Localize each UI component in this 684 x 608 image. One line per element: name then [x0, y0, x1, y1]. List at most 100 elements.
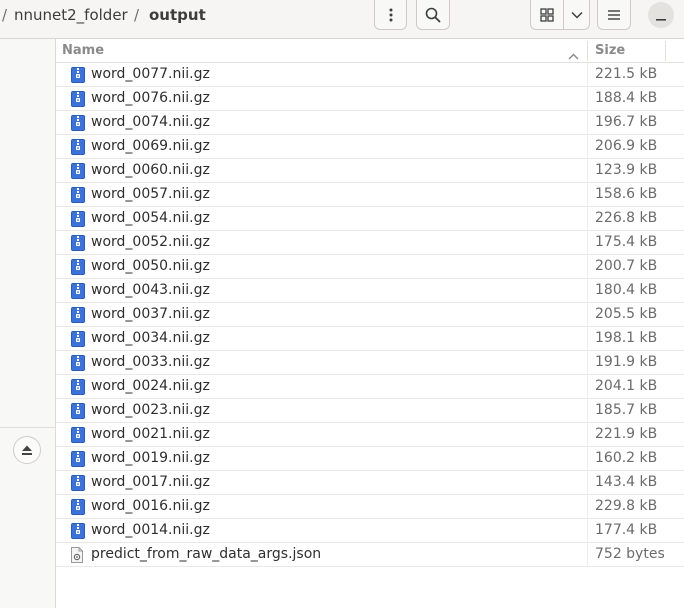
eject-icon	[21, 441, 33, 460]
file-row[interactable]: word_0021.nii.gz 221.9 kB	[56, 423, 684, 447]
file-name: word_0069.nii.gz	[91, 138, 210, 154]
minimize-button[interactable]	[648, 2, 674, 28]
archive-file-icon	[71, 139, 85, 159]
file-name: word_0043.nii.gz	[91, 282, 210, 298]
archive-file-icon	[71, 403, 85, 423]
file-rows: word_0077.nii.gz 221.5 kB word_0076.nii.…	[56, 63, 684, 567]
folder-menu-button[interactable]	[374, 0, 407, 30]
column-divider	[587, 447, 588, 471]
file-row[interactable]: word_0023.nii.gz 185.7 kB	[56, 399, 684, 423]
file-row[interactable]: word_0034.nii.gz 198.1 kB	[56, 327, 684, 351]
file-row[interactable]: word_0069.nii.gz 206.9 kB	[56, 135, 684, 159]
column-header: Name Size	[56, 39, 684, 63]
breadcrumb-item-current[interactable]: output	[149, 6, 206, 24]
search-button[interactable]	[416, 0, 450, 30]
file-size: 180.4 kB	[595, 282, 658, 298]
file-row[interactable]: word_0037.nii.gz 205.5 kB	[56, 303, 684, 327]
file-size: 177.4 kB	[595, 522, 658, 538]
view-mode-button[interactable]	[530, 0, 564, 30]
archive-file-icon	[71, 283, 85, 303]
file-row[interactable]: word_0019.nii.gz 160.2 kB	[56, 447, 684, 471]
file-row[interactable]: word_0060.nii.gz 123.9 kB	[56, 159, 684, 183]
file-size: 175.4 kB	[595, 234, 658, 250]
file-row[interactable]: word_0057.nii.gz 158.6 kB	[56, 183, 684, 207]
column-divider	[587, 543, 588, 567]
file-row[interactable]: word_0016.nii.gz 229.8 kB	[56, 495, 684, 519]
column-divider	[587, 87, 588, 111]
file-size: 229.8 kB	[595, 498, 658, 514]
archive-file-icon	[71, 475, 85, 495]
file-size: 200.7 kB	[595, 258, 658, 274]
archive-file-icon	[71, 523, 85, 543]
minimize-icon	[656, 6, 666, 25]
file-name: word_0050.nii.gz	[91, 258, 210, 274]
archive-file-icon	[71, 235, 85, 255]
column-header-size[interactable]: Size	[595, 43, 625, 58]
file-name: word_0021.nii.gz	[91, 426, 210, 442]
file-list-view: Name Size word_0077.nii.gz 221.5 kB word…	[56, 39, 684, 608]
hamburger-menu-icon	[607, 9, 621, 21]
archive-file-icon	[71, 307, 85, 327]
file-size: 188.4 kB	[595, 90, 658, 106]
file-row[interactable]: word_0077.nii.gz 221.5 kB	[56, 63, 684, 87]
file-name: word_0016.nii.gz	[91, 498, 210, 514]
column-divider	[587, 183, 588, 207]
column-divider	[587, 231, 588, 255]
file-row[interactable]: word_0014.nii.gz 177.4 kB	[56, 519, 684, 543]
file-row[interactable]: word_0017.nii.gz 143.4 kB	[56, 471, 684, 495]
breadcrumb-separator: /	[2, 6, 8, 24]
file-size: 205.5 kB	[595, 306, 658, 322]
archive-file-icon	[71, 499, 85, 519]
file-name: word_0057.nii.gz	[91, 186, 210, 202]
file-name: word_0037.nii.gz	[91, 306, 210, 322]
column-divider	[587, 111, 588, 135]
file-row[interactable]: word_0043.nii.gz 180.4 kB	[56, 279, 684, 303]
column-divider	[587, 495, 588, 519]
file-row[interactable]: word_0050.nii.gz 200.7 kB	[56, 255, 684, 279]
file-row[interactable]: word_0054.nii.gz 226.8 kB	[56, 207, 684, 231]
breadcrumb-item-parent[interactable]: nnunet2_folder	[14, 6, 128, 24]
archive-file-icon	[71, 355, 85, 375]
sidebar-divider	[0, 427, 56, 428]
file-name: word_0019.nii.gz	[91, 450, 210, 466]
column-divider	[587, 399, 588, 423]
file-name: word_0014.nii.gz	[91, 522, 210, 538]
file-size: 123.9 kB	[595, 162, 658, 178]
file-row[interactable]: word_0052.nii.gz 175.4 kB	[56, 231, 684, 255]
search-icon	[425, 7, 441, 23]
file-size: 226.8 kB	[595, 210, 658, 226]
file-size: 221.9 kB	[595, 426, 658, 442]
column-divider	[587, 471, 588, 495]
eject-button[interactable]	[13, 436, 41, 464]
file-row[interactable]: predict_from_raw_data_args.json 752 byte…	[56, 543, 684, 567]
column-divider	[587, 279, 588, 303]
file-name: predict_from_raw_data_args.json	[91, 546, 322, 562]
column-divider	[587, 375, 588, 399]
archive-file-icon	[71, 67, 85, 87]
vertical-dots-icon	[389, 8, 393, 22]
file-size: 158.6 kB	[595, 186, 658, 202]
grid-view-icon	[540, 7, 554, 22]
file-name: word_0052.nii.gz	[91, 234, 210, 250]
column-divider	[587, 423, 588, 447]
file-row[interactable]: word_0024.nii.gz 204.1 kB	[56, 375, 684, 399]
view-options-dropdown[interactable]	[564, 0, 590, 30]
file-row[interactable]: word_0076.nii.gz 188.4 kB	[56, 87, 684, 111]
column-divider	[587, 351, 588, 375]
header-bar: / nnunet2_folder / output	[0, 0, 684, 39]
file-row[interactable]: word_0074.nii.gz 196.7 kB	[56, 111, 684, 135]
column-header-name[interactable]: Name	[62, 43, 104, 58]
file-row[interactable]: word_0033.nii.gz 191.9 kB	[56, 351, 684, 375]
main-menu-button[interactable]	[597, 0, 631, 30]
file-name: word_0054.nii.gz	[91, 210, 210, 226]
archive-file-icon	[71, 427, 85, 447]
file-name: word_0024.nii.gz	[91, 378, 210, 394]
file-size: 191.9 kB	[595, 354, 658, 370]
archive-file-icon	[71, 187, 85, 207]
file-name: word_0077.nii.gz	[91, 66, 210, 82]
file-size: 204.1 kB	[595, 378, 658, 394]
archive-file-icon	[71, 259, 85, 279]
archive-file-icon	[71, 331, 85, 351]
archive-file-icon	[71, 115, 85, 135]
file-name: word_0074.nii.gz	[91, 114, 210, 130]
